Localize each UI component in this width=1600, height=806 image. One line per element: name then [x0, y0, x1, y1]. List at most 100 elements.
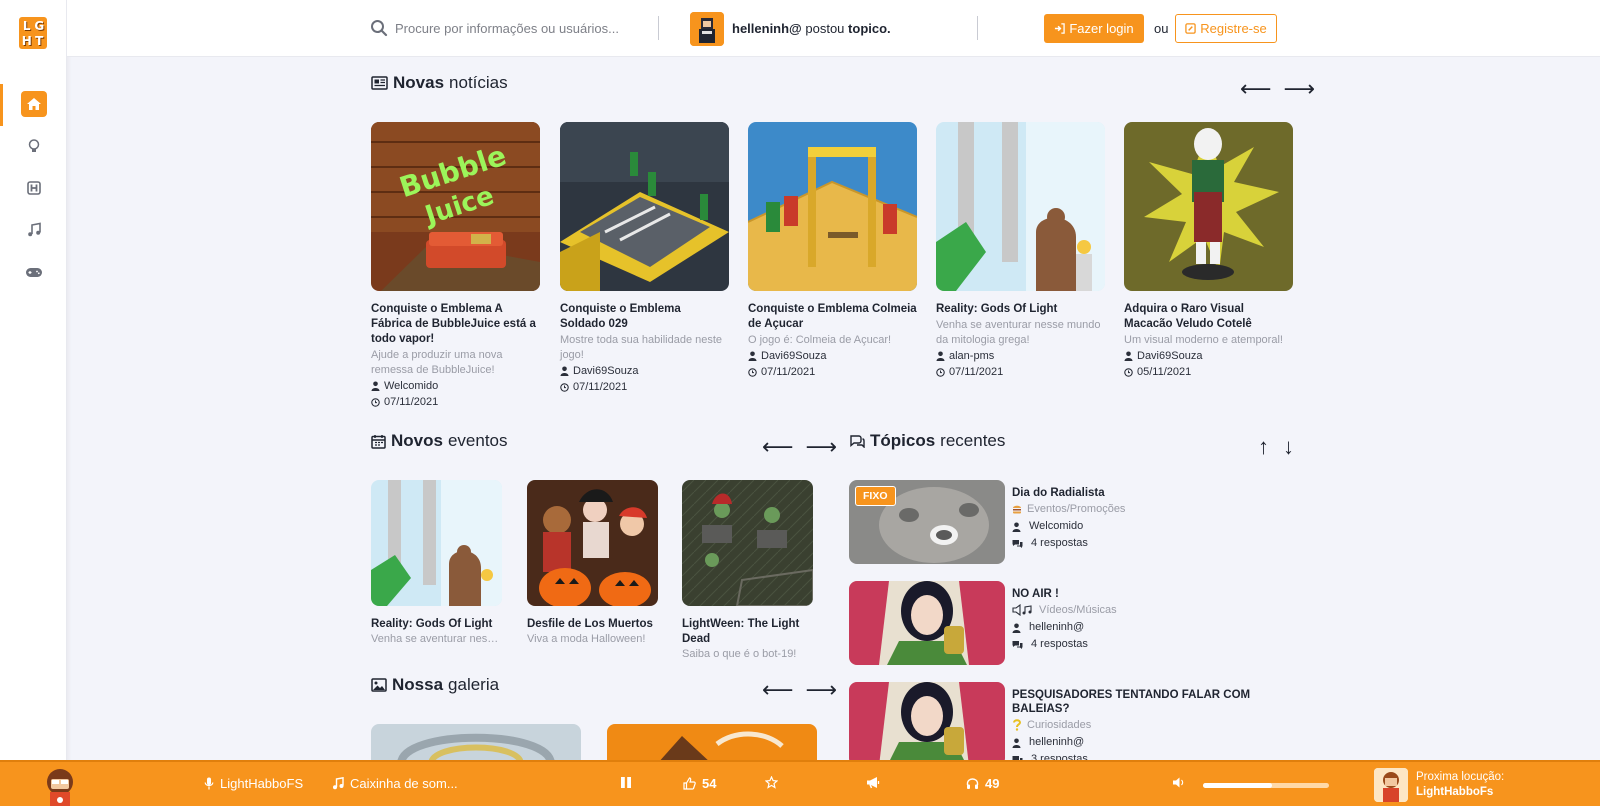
arrow-down-icon[interactable]: ↓ — [1283, 436, 1294, 458]
author-name[interactable]: Davi69Souza — [761, 348, 826, 364]
arrow-left-icon[interactable]: ⟵ — [762, 436, 794, 458]
gallery-thumbnail[interactable] — [607, 724, 817, 764]
category-name[interactable]: Curiosidades — [1027, 716, 1091, 734]
date-text: 07/11/2021 — [761, 366, 816, 378]
news-title[interactable]: Adquira o Raro Visual Macacão Veludo Cot… — [1124, 302, 1293, 332]
dj-avatar[interactable] — [42, 764, 78, 806]
topic-item[interactable]: NO AIR ! Vídeos/Músicas helleninh@ 4 res… — [849, 581, 1299, 667]
events-title-bold: Novos — [391, 431, 443, 450]
search-input[interactable] — [395, 16, 635, 40]
activity-user[interactable]: helleninh@ — [732, 21, 802, 36]
author-name[interactable]: Welcomido — [384, 378, 438, 394]
arrow-right-icon[interactable]: ⟶ — [1284, 78, 1316, 100]
event-title[interactable]: Reality: Gods Of Light — [371, 617, 502, 632]
topic-item[interactable]: PESQUISADORES TENTANDO FALAR COM BALEIAS… — [849, 682, 1299, 760]
news-title-rest: notícias — [449, 73, 508, 92]
user-icon — [1012, 522, 1021, 532]
next-dj-avatar[interactable] — [1374, 768, 1408, 802]
sidebar-item-home[interactable] — [0, 84, 67, 126]
news-thumbnail[interactable] — [748, 122, 917, 291]
news-title[interactable]: Reality: Gods Of Light — [936, 302, 1105, 317]
sidebar-item-ideas[interactable] — [0, 126, 67, 166]
volume-slider[interactable] — [1203, 783, 1329, 788]
search-icon[interactable] — [370, 19, 388, 42]
event-title[interactable]: Desfile de Los Muertos — [527, 617, 658, 632]
news-card[interactable]: Bubble Juice Conquiste o Emblema A Fábri… — [371, 122, 540, 410]
favorite-button[interactable] — [765, 776, 778, 789]
author-name[interactable]: Davi69Souza — [573, 363, 638, 379]
news-title[interactable]: Conquiste o Emblema Soldado 029 — [560, 302, 729, 332]
event-description: Saiba o que é o bot-19! — [682, 648, 797, 660]
event-description: Venha se aventurar nesse mundo da mitolo… — [371, 633, 502, 645]
news-author: Davi69Souza — [560, 363, 729, 379]
news-thumbnail[interactable]: Bubble Juice — [371, 122, 540, 291]
site-logo[interactable]: L G H T — [19, 17, 47, 49]
event-thumbnail[interactable] — [682, 480, 813, 606]
news-description: Ajude a produzir uma nova remessa de Bub… — [371, 349, 503, 376]
logo-letter: L — [22, 19, 31, 33]
events-carousel-controls: ⟵ ⟶ — [762, 436, 837, 458]
news-card[interactable]: Conquiste o Emblema Colmeia de Açucar O … — [748, 122, 917, 380]
topic-thumbnail[interactable]: FIXO — [849, 480, 1005, 564]
volume-button[interactable] — [1172, 776, 1186, 789]
author-name[interactable]: Welcomido — [1029, 518, 1083, 535]
sidebar-item-music[interactable] — [0, 210, 67, 250]
author-name[interactable]: Davi69Souza — [1137, 348, 1202, 364]
arrow-left-icon[interactable]: ⟵ — [1240, 78, 1272, 100]
event-title[interactable]: LightWeen: The Light Dead — [682, 617, 813, 647]
event-thumbnail[interactable] — [527, 480, 658, 606]
topic-title[interactable]: Dia do Radialista — [1012, 486, 1125, 500]
star-icon — [765, 776, 778, 789]
event-description: Viva a moda Halloween! — [527, 633, 646, 645]
author-name[interactable]: helleninh@ — [1029, 734, 1084, 751]
sidebar-item-habbo[interactable] — [0, 168, 67, 208]
news-thumbnail[interactable] — [936, 122, 1105, 291]
news-card[interactable]: Reality: Gods Of Light Venha se aventura… — [936, 122, 1105, 380]
event-thumbnail[interactable] — [371, 480, 502, 606]
topic-thumbnail[interactable] — [849, 682, 1005, 760]
comments-icon — [1012, 540, 1023, 548]
announce-button[interactable] — [866, 776, 880, 789]
author-name[interactable]: alan-pms — [949, 348, 994, 364]
news-card[interactable]: Adquira o Raro Visual Macacão Veludo Cot… — [1124, 122, 1293, 380]
event-card[interactable]: Desfile de Los Muertos Viva a moda Hallo… — [527, 480, 658, 647]
topic-thumbnail[interactable] — [849, 581, 1005, 665]
like-button[interactable]: 54 — [683, 776, 716, 791]
gallery-thumbnail[interactable] — [371, 724, 581, 764]
arrow-right-icon[interactable]: ⟶ — [806, 679, 838, 701]
category-name[interactable]: Vídeos/Músicas — [1039, 601, 1117, 619]
lightbulb-icon — [21, 133, 47, 159]
news-author: alan-pms — [936, 348, 1105, 364]
topic-item[interactable]: FIXO Dia do Radialista Eventos/Promoções… — [849, 480, 1299, 566]
headphones-icon — [966, 778, 979, 789]
calendar-icon — [371, 434, 386, 449]
news-title[interactable]: Conquiste o Emblema A Fábrica de BubbleJ… — [371, 302, 540, 347]
category-name[interactable]: Eventos/Promoções — [1027, 500, 1125, 518]
register-button[interactable]: Registre-se — [1175, 14, 1277, 43]
habbo-icon — [21, 175, 47, 201]
author-name[interactable]: helleninh@ — [1029, 619, 1084, 636]
news-thumbnail[interactable] — [560, 122, 729, 291]
logo-letter: G — [34, 19, 45, 33]
arrow-up-icon[interactable]: ↑ — [1258, 436, 1269, 458]
login-button[interactable]: Fazer login — [1044, 14, 1144, 43]
arrow-left-icon[interactable]: ⟵ — [762, 679, 794, 701]
sidebar: L G H T — [0, 0, 67, 806]
sidebar-item-games[interactable] — [0, 252, 67, 292]
pause-button[interactable] — [620, 776, 632, 789]
arrow-right-icon[interactable]: ⟶ — [806, 436, 838, 458]
clock-icon — [748, 367, 757, 377]
news-card[interactable]: Conquiste o Emblema Soldado 029 Mostre t… — [560, 122, 729, 395]
event-card[interactable]: Reality: Gods Of Light Venha se aventura… — [371, 480, 502, 647]
gallery-title-bold: Nossa — [392, 675, 444, 694]
microphone-icon — [204, 777, 214, 790]
news-date: 07/11/2021 — [560, 379, 729, 395]
activity-avatar[interactable] — [690, 12, 724, 46]
news-title[interactable]: Conquiste o Emblema Colmeia de Açucar — [748, 302, 917, 332]
topic-title[interactable]: PESQUISADORES TENTANDO FALAR COM BALEIAS… — [1012, 688, 1299, 716]
comments-icon — [850, 435, 865, 448]
event-card[interactable]: LightWeen: The Light Dead Saiba o que é … — [682, 480, 813, 662]
news-thumbnail[interactable] — [1124, 122, 1293, 291]
topic-title[interactable]: NO AIR ! — [1012, 587, 1117, 601]
top-bar: helleninh@ postou topico. Fazer login ou… — [67, 0, 1600, 57]
